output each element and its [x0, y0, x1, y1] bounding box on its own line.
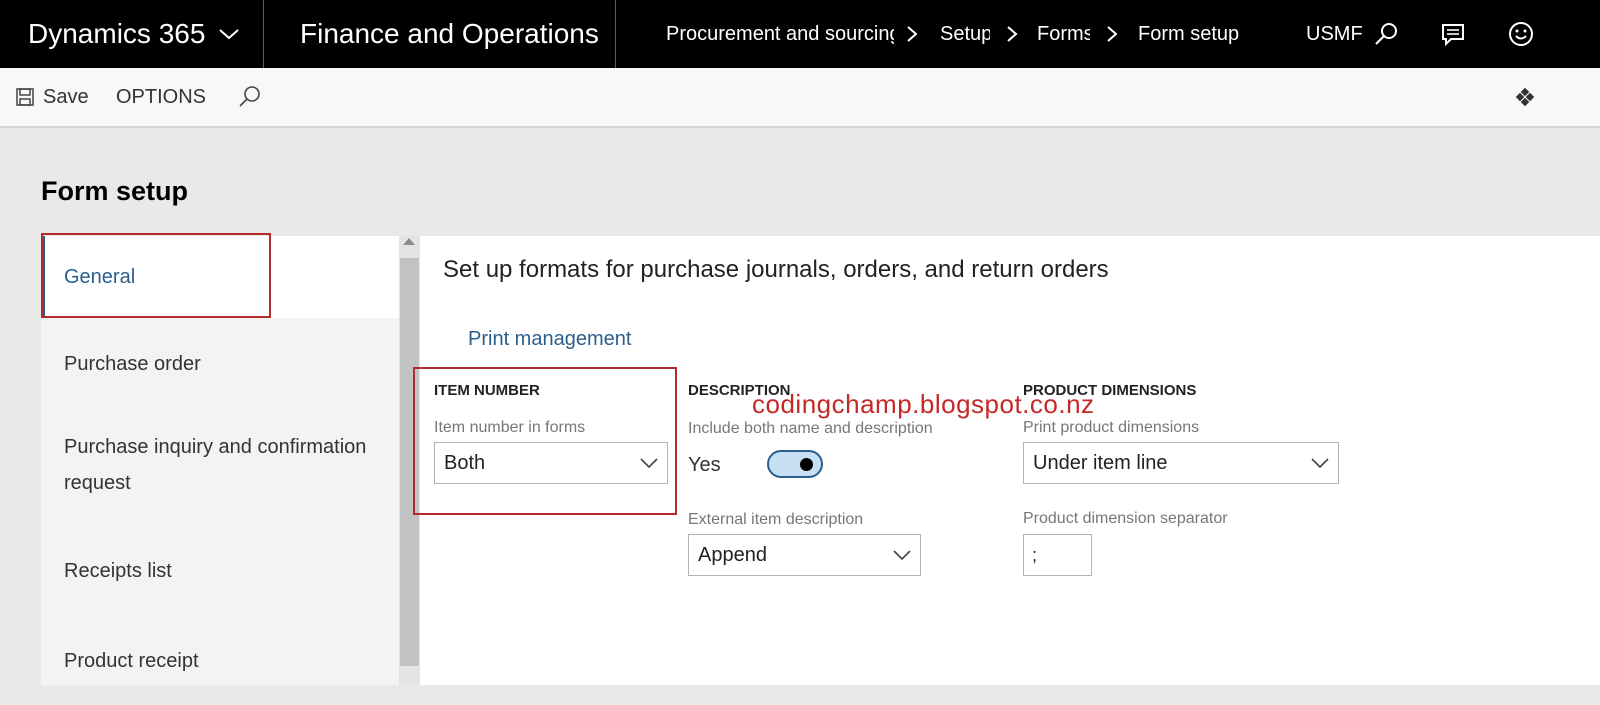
external-description-value: Append — [698, 543, 767, 566]
left-scrollbar[interactable] — [399, 236, 420, 685]
chevron-down-icon — [640, 458, 658, 469]
top-navbar: Dynamics 365 Finance and Operations Proc… — [0, 0, 1600, 68]
content-panel: Set up formats for purchase journals, or… — [420, 236, 1600, 685]
toggle-knob — [800, 458, 813, 471]
scroll-up-icon[interactable] — [403, 238, 415, 245]
breadcrumb-setup[interactable]: Setup — [940, 0, 990, 68]
item-number-value: Both — [444, 451, 486, 474]
nav-divider — [615, 0, 616, 68]
save-label: Save — [43, 85, 89, 108]
save-icon — [16, 88, 34, 106]
breadcrumb-forms[interactable]: Forms — [1037, 0, 1090, 68]
module-name[interactable]: Finance and Operations — [300, 0, 599, 68]
tab-product-receipt[interactable]: Product receipt — [41, 616, 399, 705]
separator-label: Product dimension separator — [1023, 510, 1228, 527]
separator-input[interactable]: ; — [1023, 534, 1092, 576]
item-number-title: ITEM NUMBER — [434, 382, 540, 399]
personalize-icon[interactable] — [1515, 68, 1535, 126]
chevron-down-icon[interactable] — [218, 0, 240, 68]
item-number-label: Item number in forms — [434, 419, 586, 436]
external-description-select[interactable]: Append — [688, 534, 921, 576]
left-tab-list: General Purchase order Purchase inquiry … — [41, 236, 399, 685]
search-icon[interactable] — [1372, 0, 1400, 68]
external-description-label: External item description — [688, 511, 864, 528]
options-button[interactable]: OPTIONS — [116, 68, 206, 126]
app-name[interactable]: Dynamics 365 — [28, 0, 205, 68]
watermark-text: codingchamp.blogspot.co.nz — [752, 389, 1095, 419]
print-dimensions-value: Under item line — [1033, 451, 1168, 474]
tab-purchase-inquiry[interactable]: Purchase inquiry and confirmation reques… — [41, 410, 399, 520]
breadcrumb-form-setup[interactable]: Form setup — [1138, 0, 1239, 68]
include-name-label: Include both name and description — [688, 420, 933, 437]
save-button[interactable]: Save — [15, 68, 89, 126]
action-bar: Save OPTIONS — [0, 68, 1600, 128]
message-icon[interactable] — [1439, 0, 1467, 68]
print-dimensions-label: Print product dimensions — [1023, 419, 1200, 436]
breadcrumb-separator-icon — [906, 0, 918, 68]
print-dimensions-select[interactable]: Under item line — [1023, 442, 1339, 484]
breadcrumb-separator-icon — [1006, 0, 1018, 68]
include-name-toggle[interactable] — [767, 450, 823, 478]
breadcrumb-procurement[interactable]: Procurement and sourcing — [666, 0, 894, 68]
search-icon[interactable] — [236, 68, 262, 126]
chevron-down-icon — [1311, 458, 1329, 469]
breadcrumb-separator-icon — [1106, 0, 1118, 68]
tab-general[interactable]: General — [41, 236, 399, 318]
company-selector[interactable]: USMF — [1306, 0, 1363, 68]
chevron-down-icon — [893, 550, 911, 561]
section-heading: Set up formats for purchase journals, or… — [443, 256, 1109, 283]
toggle-value: Yes — [688, 454, 721, 476]
tab-purchase-order[interactable]: Purchase order — [41, 318, 399, 410]
nav-divider — [263, 0, 264, 68]
scroll-thumb[interactable] — [400, 258, 419, 666]
tab-receipts-list[interactable]: Receipts list — [41, 526, 399, 616]
page-title: Form setup — [41, 176, 189, 206]
print-management-link[interactable]: Print management — [468, 328, 631, 351]
item-number-select[interactable]: Both — [434, 442, 668, 484]
smiley-icon[interactable] — [1507, 0, 1535, 68]
